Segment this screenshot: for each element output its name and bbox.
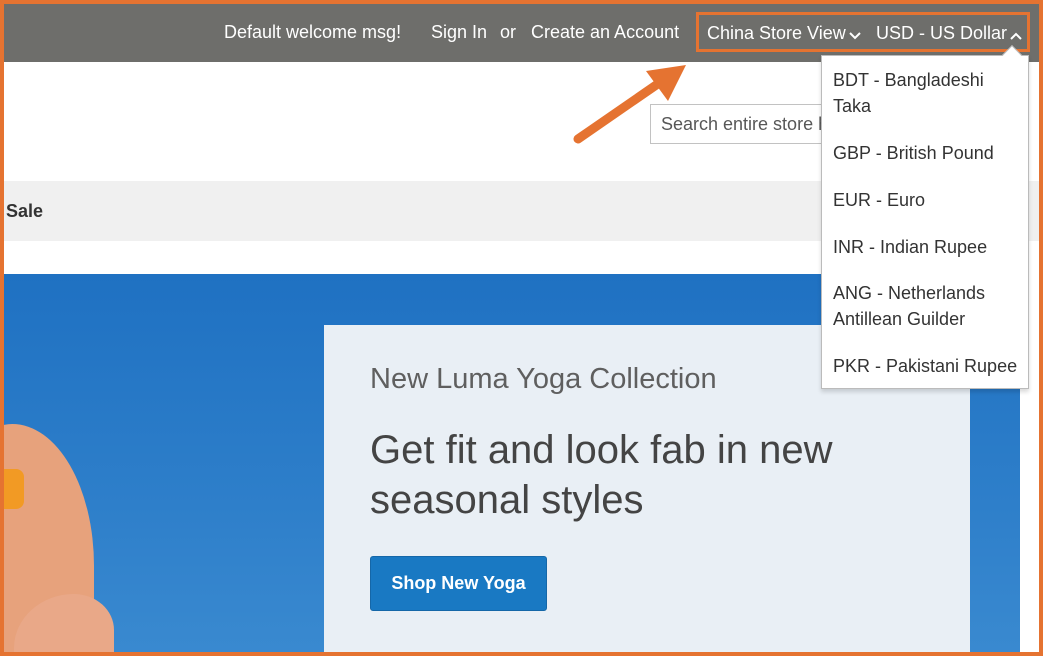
currency-option-pkr[interactable]: PKR - Pakistani Rupee	[833, 353, 1023, 379]
currency-option-inr[interactable]: INR - Indian Rupee	[833, 234, 1023, 260]
nav-item-sale[interactable]: Sale	[6, 201, 43, 222]
hero-model-shirt	[4, 469, 24, 509]
welcome-message: Default welcome msg!	[224, 22, 402, 42]
hero-title: Get fit and look fab in new seasonal sty…	[370, 428, 833, 522]
currency-dropdown: BDT - Bangladeshi Taka GBP - British Pou…	[821, 45, 1029, 389]
screenshot-frame: Default welcome msg! Sign In or Create a…	[0, 0, 1043, 656]
currency-label: USD - US Dollar	[876, 23, 1008, 43]
store-view-switcher[interactable]: China Store View	[707, 23, 861, 45]
chevron-up-icon	[1010, 24, 1022, 45]
sign-in-link[interactable]: Sign In	[431, 22, 487, 43]
pointer-arrow-icon	[573, 65, 686, 144]
top-header-bar: Default welcome msg! Sign In or Create a…	[4, 4, 1039, 62]
or-text: or	[500, 22, 517, 42]
create-account-link[interactable]: Create an Account	[531, 22, 679, 43]
currency-option-gbp[interactable]: GBP - British Pound	[833, 140, 1023, 166]
currency-switcher[interactable]: USD - US Dollar	[876, 23, 1022, 45]
chevron-down-icon	[849, 24, 861, 45]
switcher-highlight-box: China Store View USD - US Dollar	[696, 12, 1030, 52]
hero-subtitle: New Luma Yoga Collection	[370, 363, 717, 395]
shop-new-yoga-button[interactable]: Shop New Yoga	[370, 556, 547, 611]
currency-option-bdt[interactable]: BDT - Bangladeshi Taka	[833, 67, 1023, 119]
currency-option-eur[interactable]: EUR - Euro	[833, 187, 1023, 213]
currency-option-ang[interactable]: ANG - Netherlands Antillean Guilder	[833, 280, 1023, 332]
store-view-label: China Store View	[707, 23, 846, 43]
